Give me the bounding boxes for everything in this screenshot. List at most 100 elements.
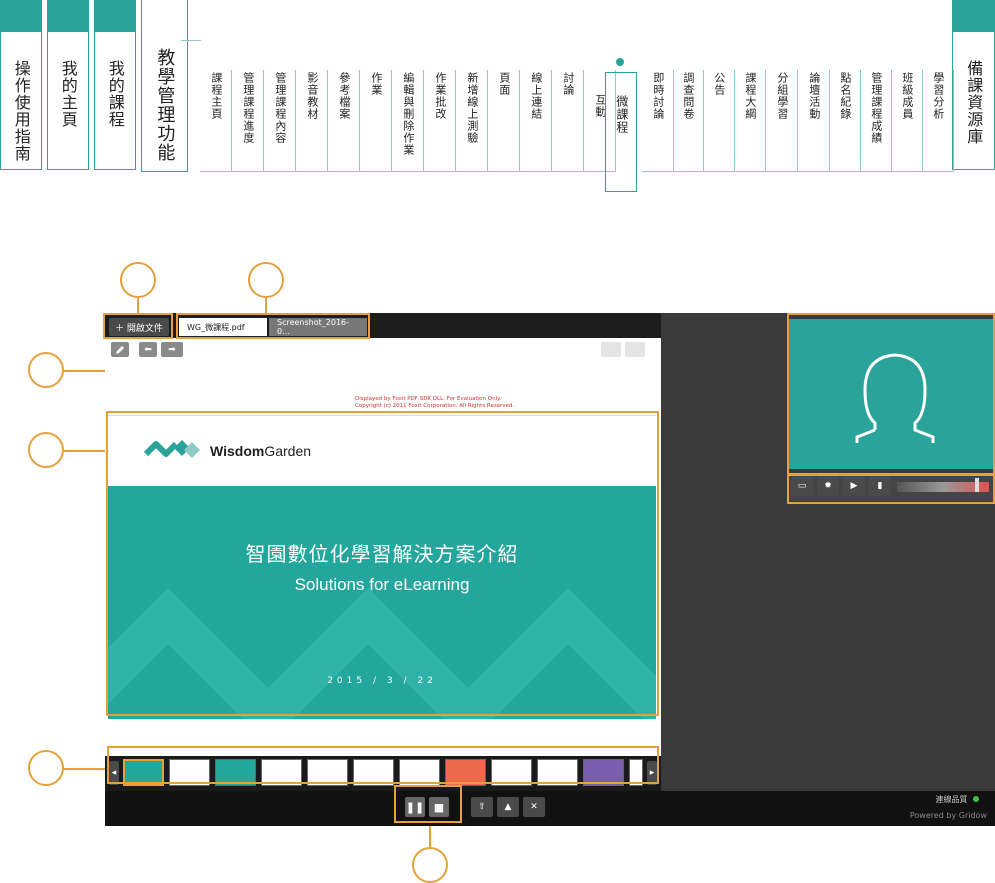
- tab-label: 備課資源庫: [964, 60, 984, 145]
- tab-label: 我的課程: [105, 60, 125, 128]
- powered-by: Powered by Gridow: [909, 811, 987, 820]
- subnav-item[interactable]: 作業: [360, 70, 392, 172]
- callout-line: [137, 298, 139, 313]
- callout-doc-tabs: [248, 262, 284, 298]
- tab-cap: [1, 0, 41, 32]
- tab-label: 我的主頁: [58, 60, 78, 128]
- subnav-item[interactable]: 課程大綱: [734, 70, 766, 172]
- cone-icon: ▲: [504, 802, 512, 812]
- tab-label: 教學管理功能: [154, 48, 176, 162]
- highlight-playback: [394, 785, 462, 823]
- subnav-item[interactable]: 新增線上測驗: [456, 70, 488, 172]
- subnav-item[interactable]: 討論: [552, 70, 584, 172]
- callout-line: [265, 298, 267, 313]
- subnav-item-label: 公告: [712, 72, 726, 96]
- subnav-item[interactable]: 作業批改: [424, 70, 456, 172]
- highlight-doc-tabs: [176, 313, 370, 339]
- subnav-item-label: 影音教材: [305, 72, 319, 120]
- subnav-item-label: 管理課程內容: [273, 72, 287, 144]
- subnav-item[interactable]: 微課程: [605, 72, 637, 192]
- subnav-item[interactable]: 線上連結: [520, 70, 552, 172]
- zoom-in-button[interactable]: [625, 342, 645, 357]
- subnav-item[interactable]: 管理課程內容: [264, 70, 296, 172]
- subnav-item[interactable]: 管理課程成績: [860, 70, 892, 172]
- tab-resource-library[interactable]: 備課資源庫: [952, 0, 995, 170]
- subnav-item[interactable]: 調查問卷: [672, 70, 704, 172]
- active-indicator-dot: [616, 58, 624, 66]
- subnav-item[interactable]: 班級成員: [891, 70, 923, 172]
- watermark-line: Displayed by Foxit PDF SDK DLL. For Eval…: [355, 396, 502, 402]
- callout-line: [64, 768, 108, 770]
- tab-cap: [953, 0, 994, 32]
- subnav-item[interactable]: 頁面: [488, 70, 520, 172]
- subnav-item-label: 分組學習: [775, 72, 789, 120]
- subnav-item[interactable]: 學習分析: [922, 70, 954, 172]
- zoom-out-button[interactable]: [601, 342, 621, 357]
- subnav-item[interactable]: 分組學習: [766, 70, 798, 172]
- subnav-item-label: 論壇活動: [807, 72, 821, 120]
- tools-icon: ✕: [530, 802, 538, 812]
- subnav-item[interactable]: 課程主頁: [200, 70, 232, 172]
- status-dot-icon: [973, 796, 979, 802]
- callout-thumbnails: [28, 750, 64, 786]
- status-text: 連線品質: [935, 795, 968, 804]
- subnav-item-label: 作業: [369, 72, 383, 96]
- callout-line: [64, 450, 106, 452]
- subnav-item-label: 調查問卷: [681, 72, 695, 120]
- callout-playback: [412, 847, 448, 883]
- tab-cap: [48, 0, 88, 32]
- subnav-item[interactable]: 論壇活動: [798, 70, 830, 172]
- arrow-left-icon: ⬅: [144, 344, 152, 355]
- callout-open-doc: [120, 262, 156, 298]
- callout-slide-area: [28, 432, 64, 468]
- subnav-item-label: 學習分析: [931, 72, 945, 120]
- subnav-item[interactable]: 編輯與刪除作業: [392, 70, 424, 172]
- subnav-item-label: 管理課程進度: [241, 72, 255, 144]
- subnav-item[interactable]: 點名紀錄: [829, 70, 861, 172]
- subnav-item-label: 班級成員: [900, 72, 914, 120]
- bottom-bar: ❚❚ ■ ⇧ ▲ ✕ 連線品質 Powered by Gridow: [105, 791, 995, 826]
- callout-pen-tool: [28, 352, 64, 388]
- subnav-item-label: 課程大綱: [743, 72, 757, 120]
- subnav-item-label: 討論: [561, 72, 575, 96]
- subnav-item-label: 編輯與刪除作業: [401, 72, 415, 156]
- subnav-item-label: 課程主頁: [209, 72, 223, 120]
- next-page-button[interactable]: ➡: [161, 342, 183, 357]
- subnav-item-label: 點名紀錄: [838, 72, 852, 120]
- highlight-media-controls: [787, 474, 995, 504]
- subnav-item-label: 參考檔案: [337, 72, 351, 120]
- tab-teaching-management[interactable]: 教學管理功能: [141, 0, 188, 172]
- prev-page-button[interactable]: ⬅: [139, 342, 157, 357]
- subnav-item[interactable]: 公告: [703, 70, 735, 172]
- upload-button[interactable]: ⇧: [471, 797, 493, 817]
- tab-label: 操作使用指南: [11, 60, 31, 162]
- highlight-slide: [106, 411, 659, 716]
- subnav-item-label: 互動: [593, 94, 607, 118]
- subnav-item-label: 管理課程成績: [869, 72, 883, 144]
- tab-cap: [95, 0, 135, 32]
- subnav-item[interactable]: 即時討論: [642, 70, 674, 172]
- record-button[interactable]: ▲: [497, 797, 519, 817]
- arrow-right-icon: ➡: [168, 344, 176, 355]
- subnav-item-label: 即時討論: [651, 72, 665, 120]
- highlight-webcam: [787, 313, 995, 475]
- subnav-item[interactable]: 管理課程進度: [232, 70, 264, 172]
- micro-course-player: ＋ 開啟文件 WG_微課程.pdf Screenshot_2016-0... ⬅…: [103, 313, 995, 826]
- subnav-item-label: 頁面: [497, 72, 511, 96]
- subnav-item[interactable]: 參考檔案: [328, 70, 360, 172]
- subnav-item-label: 微課程: [614, 95, 629, 134]
- tab-user-guide[interactable]: 操作使用指南: [0, 0, 42, 170]
- highlight-thumbnails: [107, 746, 659, 784]
- tab-my-courses[interactable]: 我的課程: [94, 0, 136, 170]
- upload-icon: ⇧: [478, 802, 486, 812]
- watermark: Displayed by Foxit PDF SDK DLL. For Eval…: [355, 396, 514, 410]
- settings-button[interactable]: ✕: [523, 797, 545, 817]
- pen-icon: [116, 345, 124, 354]
- subnav-item[interactable]: 影音教材: [296, 70, 328, 172]
- tab-my-home[interactable]: 我的主頁: [47, 0, 89, 170]
- connection-status: 連線品質: [935, 794, 979, 805]
- subnav-item-label: 新增線上測驗: [465, 72, 479, 144]
- subnav-item-label: 作業批改: [433, 72, 447, 120]
- pen-tool-button[interactable]: [111, 342, 129, 357]
- subnav-item-label: 線上連結: [529, 72, 543, 120]
